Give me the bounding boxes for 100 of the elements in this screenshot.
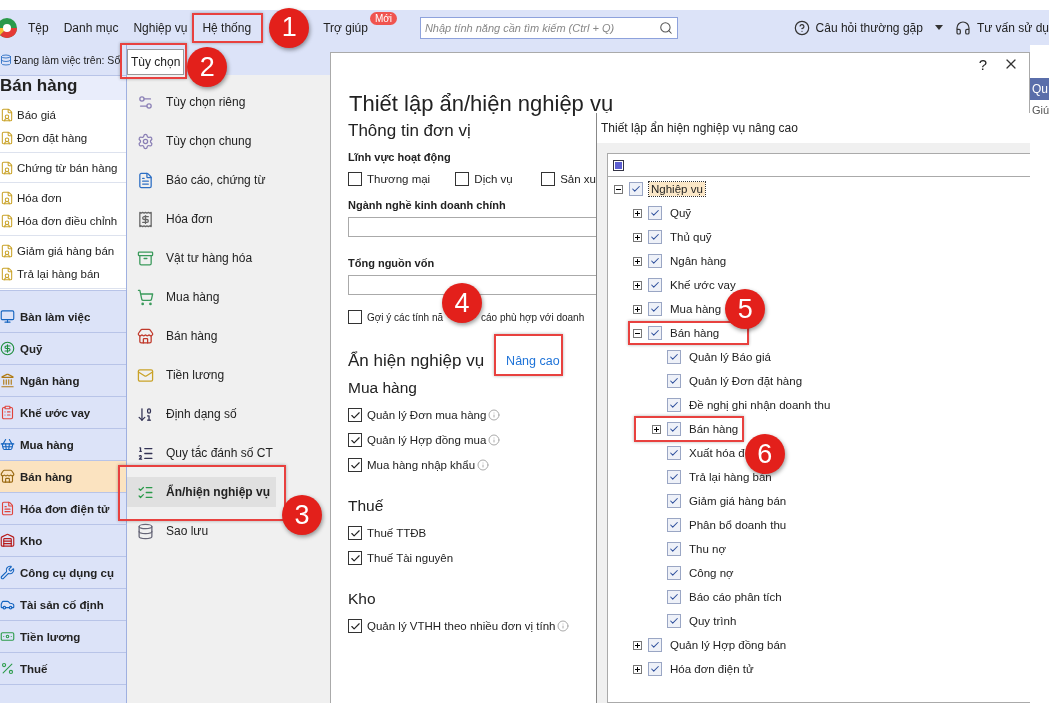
sidebar-link[interactable]: Đơn đặt hàng — [17, 131, 88, 144]
collapse-toggle[interactable] — [633, 328, 642, 338]
checkbox[interactable] — [348, 433, 362, 447]
menu-option[interactable]: Hóa đơn — [127, 204, 219, 234]
expand-toggle[interactable] — [633, 256, 642, 266]
tree-item[interactable]: Đề nghị ghi nhận doanh thu — [687, 398, 833, 412]
menu-option[interactable]: Sao lưu — [127, 516, 215, 546]
tree-item[interactable]: Báo cáo phân tích — [687, 590, 784, 604]
tree-checkbox[interactable] — [648, 302, 662, 316]
tree-checkbox[interactable] — [667, 542, 681, 556]
tree-item[interactable]: Thu nợ — [687, 542, 728, 556]
checkbox[interactable] — [348, 619, 362, 633]
tree-item[interactable]: Quản lý Đơn đặt hàng — [687, 374, 805, 388]
checkbox[interactable] — [348, 458, 362, 472]
checkbox[interactable] — [348, 551, 362, 565]
tree-item[interactable]: Bán hàng — [687, 422, 741, 436]
tree-item[interactable]: Bán hàng — [668, 326, 722, 340]
expand-toggle[interactable] — [633, 664, 642, 674]
sidebar-link[interactable]: Hóa đơn — [17, 191, 62, 204]
tree-checkbox[interactable] — [648, 638, 662, 652]
store-icon — [0, 469, 15, 484]
side-item[interactable]: Giú — [1030, 100, 1049, 116]
tree-checkbox[interactable] — [648, 206, 662, 220]
tree-item[interactable]: Quy trình — [687, 614, 739, 628]
expand-toggle[interactable] — [633, 208, 642, 218]
sidebar-link[interactable]: Chứng từ bán hàng — [17, 161, 118, 174]
menu-item[interactable]: Tệp — [28, 20, 49, 35]
menu-option[interactable]: Tùy chọn chung — [127, 126, 258, 156]
tree-item[interactable]: Thủ quỹ — [668, 230, 714, 244]
menu-option[interactable]: Ẩn/hiện nghiệp vụ — [127, 477, 276, 507]
menu-option[interactable]: Mua hàng — [127, 282, 226, 312]
tree-item[interactable]: Giảm giá hàng bán — [687, 494, 789, 508]
tree-checkbox[interactable] — [648, 230, 662, 244]
tree-item[interactable]: Khế ước vay — [668, 278, 738, 292]
tree-item[interactable]: Ngân hàng — [668, 254, 729, 268]
menu-option[interactable]: Báo cáo, chứng từ — [127, 165, 272, 195]
tree-item[interactable]: Công nợ — [687, 566, 736, 580]
checkbox[interactable] — [348, 310, 362, 324]
expand-toggle[interactable] — [633, 640, 642, 650]
tree-checkbox[interactable] — [667, 350, 681, 364]
side-tab[interactable]: Qu — [1030, 78, 1049, 100]
sidebar-link[interactable]: Trả lại hàng bán — [17, 267, 100, 280]
search-field[interactable]: Nhập tính năng cần tìm kiếm (Ctrl + Q) — [419, 16, 678, 39]
menu-option[interactable]: Tiền lương — [127, 360, 231, 390]
menu-option[interactable]: Quy tắc đánh số CT — [127, 438, 279, 468]
collapse-toggle[interactable] — [614, 184, 623, 194]
tree-checkbox[interactable] — [667, 374, 681, 388]
checkbox[interactable] — [541, 172, 556, 186]
tree-checkbox[interactable] — [667, 446, 681, 460]
menu-item[interactable]: Hệ thống — [202, 20, 252, 35]
panel-title: Thiết lập ẩn hiện nghiệp vụ nâng cao — [597, 113, 1032, 143]
tree-checkbox[interactable] — [667, 614, 681, 628]
tree-checkbox[interactable] — [667, 422, 681, 436]
tree-item[interactable]: Quản lý Hợp đồng bán — [668, 638, 789, 652]
expand-toggle[interactable] — [633, 304, 642, 314]
tree-checkbox[interactable] — [667, 494, 681, 508]
tree-item[interactable]: Phân bổ doanh thu — [687, 518, 789, 532]
expand-toggle[interactable] — [633, 280, 642, 290]
expand-toggle[interactable] — [652, 424, 661, 434]
tree-checkbox[interactable] — [648, 326, 662, 340]
select-all-icon[interactable] — [613, 159, 624, 171]
tree-checkbox[interactable] — [667, 590, 681, 604]
tree-checkbox[interactable] — [629, 182, 643, 196]
tree-checkbox[interactable] — [667, 518, 681, 532]
faq-link[interactable]: Câu hỏi thường gặp — [815, 20, 923, 35]
options-menu-title[interactable]: Tùy chọn — [127, 49, 185, 75]
menu-option[interactable]: Tùy chọn riêng — [127, 87, 252, 117]
sidebar-link[interactable]: Báo giá — [17, 108, 56, 121]
menu-item[interactable]: Trợ giúp — [323, 20, 368, 35]
tree-item[interactable]: Hóa đơn điện tử — [668, 662, 756, 676]
tree-item[interactable]: Quản lý Báo giá — [687, 350, 773, 364]
tree-item[interactable]: Mua hàng — [668, 302, 724, 316]
monitor-icon — [0, 309, 15, 324]
sidebar-link[interactable]: Giảm giá hàng bán — [17, 244, 115, 257]
checkbox[interactable] — [348, 526, 362, 540]
menu-option[interactable]: Định dạng số — [127, 399, 243, 429]
field-label: Lĩnh vực hoạt động — [348, 151, 452, 163]
tree-checkbox[interactable] — [648, 254, 662, 268]
expand-toggle[interactable] — [633, 232, 642, 242]
menu-item[interactable]: Danh mục — [63, 20, 119, 35]
menu-item[interactable]: Nghiệp vụ — [133, 20, 188, 35]
tree-checkbox[interactable] — [648, 662, 662, 676]
checkbox[interactable] — [455, 172, 470, 186]
tree-item[interactable]: Nghiệp vụ — [649, 182, 705, 196]
tree-checkbox[interactable] — [667, 566, 681, 580]
module-item[interactable]: Bán hàng — [0, 461, 126, 493]
tree-checkbox[interactable] — [648, 278, 662, 292]
help-button[interactable]: ? — [978, 55, 987, 73]
menu-option[interactable]: Vật tư hàng hóa — [127, 243, 259, 273]
sidebar-link[interactable]: Hóa đơn điều chỉnh — [17, 214, 118, 227]
tree-checkbox[interactable] — [667, 470, 681, 484]
support-link[interactable]: Tư vấn sử dụ — [976, 20, 1049, 35]
caret-icon[interactable] — [934, 25, 943, 30]
tree-item[interactable]: Xuất hóa đ — [687, 446, 747, 460]
checkbox[interactable] — [348, 172, 362, 186]
advanced-link[interactable]: Nâng cao — [506, 354, 560, 368]
menu-option[interactable]: Bán hàng — [127, 321, 224, 351]
checkbox[interactable] — [348, 408, 362, 422]
tree-item[interactable]: Quỹ — [668, 206, 694, 220]
tree-checkbox[interactable] — [667, 398, 681, 412]
